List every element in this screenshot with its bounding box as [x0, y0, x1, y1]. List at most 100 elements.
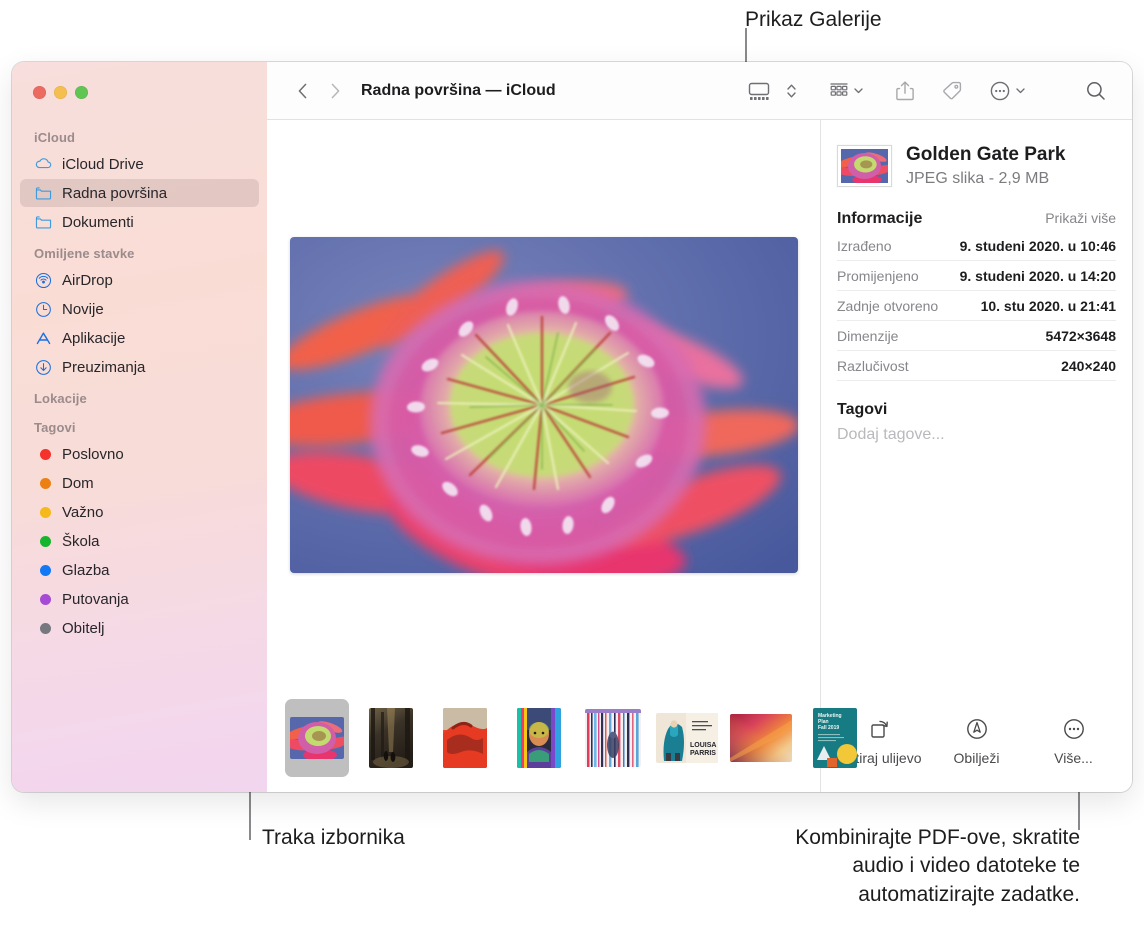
svg-text:Fall 2019: Fall 2019	[818, 725, 839, 731]
filmstrip-item-louisa-parris[interactable]: LOUISA PARRIS	[655, 699, 719, 777]
sidebar-header-locations: Lokacije	[34, 391, 87, 406]
forest-photo-thumb	[369, 708, 413, 768]
search-button[interactable]	[1078, 74, 1114, 108]
callout-gallery-view-leader	[745, 28, 747, 62]
striped-figure-thumb	[585, 709, 641, 767]
forward-button[interactable]	[319, 75, 351, 107]
file-kind-size: JPEG slika - 2,9 MB	[906, 169, 1050, 187]
rotate-left-icon	[870, 720, 888, 738]
more-circle-icon	[1063, 719, 1084, 739]
file-header-text: Golden Gate Park JPEG slika - 2,9 MB	[906, 144, 1065, 188]
sidebar-item-label: AirDrop	[62, 271, 113, 289]
chevron-down-icon	[854, 88, 863, 94]
thumbnail-image	[369, 708, 413, 768]
close-button[interactable]	[33, 86, 46, 99]
add-tags-field[interactable]: Dodaj tagove...	[837, 426, 1116, 444]
gallery-view-button[interactable]	[741, 74, 777, 108]
info-row: Promijenjeno 9. studeni 2020. u 14:20	[837, 261, 1116, 291]
sidebar-item-tag-vazno[interactable]: Važno	[20, 498, 259, 526]
zoom-button[interactable]	[75, 86, 88, 99]
sidebar-item-label: Dokumenti	[62, 213, 134, 231]
thumbnail-image	[585, 709, 641, 767]
coneflower-thumb	[841, 148, 888, 183]
sidebar-item-label: Važno	[62, 503, 104, 521]
marketing-plan-thumb: Marketing Plan Fall 2019	[813, 708, 857, 768]
info-row-key: Razlučivost	[837, 357, 909, 374]
back-button[interactable]	[287, 75, 319, 107]
filmstrip-item-forest-path[interactable]	[359, 699, 423, 777]
info-section-header: Informacije Prikaži više	[837, 210, 1116, 228]
sidebar-item-label: iCloud Drive	[62, 155, 144, 173]
sidebar-item-tag-poslovno[interactable]: Poslovno	[20, 440, 259, 468]
group-by-button[interactable]	[822, 74, 870, 108]
back-icon	[298, 83, 307, 98]
filmstrip-item-portrait-neon[interactable]	[507, 699, 571, 777]
view-stepper-button[interactable]	[779, 74, 804, 108]
minimize-button[interactable]	[54, 86, 67, 99]
window-title: Radna površina — iCloud	[361, 81, 556, 99]
tag-dot-icon	[34, 532, 53, 551]
info-row-key: Promijenjeno	[837, 267, 919, 284]
filmstrip-item-red-hands[interactable]	[433, 699, 497, 777]
downloads-icon	[34, 358, 53, 377]
forward-icon	[331, 83, 340, 98]
svg-text:PARRIS: PARRIS	[690, 750, 716, 757]
tag-icon	[943, 81, 962, 99]
sidebar-item-preuzimanja[interactable]: Preuzimanja	[20, 353, 259, 381]
toolbar: Radna površina — iCloud	[267, 62, 1132, 120]
tag-button[interactable]	[934, 74, 970, 108]
file-name: Golden Gate Park	[906, 144, 1066, 165]
sidebar-item-label: Obitelj	[62, 619, 105, 637]
thumbnail-image	[517, 708, 561, 768]
orange-gradient-thumb	[730, 714, 792, 762]
sidebar-group-tags: Tagovi Poslovno Dom Važno Škola Glazba P…	[12, 412, 267, 642]
chevron-up-down-icon	[787, 84, 796, 97]
sidebar-item-tag-putovanja[interactable]: Putovanja	[20, 585, 259, 613]
info-row: Dimenzije 5472×3648	[837, 321, 1116, 351]
chevron-down-icon	[1016, 88, 1025, 94]
thumbnail-image	[730, 714, 792, 762]
info-row-value: 9. studeni 2020. u 10:46	[959, 237, 1116, 254]
sidebar-item-radna-povrsina[interactable]: Radna površina	[20, 179, 259, 207]
sidebar-item-novije[interactable]: Novije	[20, 295, 259, 323]
show-more-link[interactable]: Prikaži više	[1045, 210, 1116, 226]
share-button[interactable]	[888, 74, 922, 108]
preview-image[interactable]	[289, 237, 798, 573]
callout-quick-actions: Kombinirajte PDF-ove, skratite audio i v…	[795, 826, 1080, 906]
sidebar-item-tag-skola[interactable]: Škola	[20, 527, 259, 555]
info-row: Izrađeno 9. studeni 2020. u 10:46	[837, 231, 1116, 261]
sidebar-header-icloud: iCloud	[34, 130, 76, 145]
filmstrip-item-golden-gate-park[interactable]	[285, 699, 349, 777]
folder-icon	[34, 184, 53, 203]
sidebar-item-label: Škola	[62, 532, 100, 550]
quick-action-more[interactable]: Više...	[1026, 716, 1122, 766]
sidebar-item-dokumenti[interactable]: Dokumenti	[20, 208, 259, 236]
sidebar-item-airdrop[interactable]: AirDrop	[20, 266, 259, 294]
info-row-value: 5472×3648	[1045, 327, 1116, 344]
sidebar: iCloud iCloud Drive Radna površina Dokum…	[12, 62, 267, 792]
tag-dot-icon	[34, 561, 53, 580]
sidebar-item-aplikacije[interactable]: Aplikacije	[20, 324, 259, 352]
neon-portrait-thumb	[517, 708, 561, 768]
sidebar-item-tag-dom[interactable]: Dom	[20, 469, 259, 497]
sidebar-item-icloud-drive[interactable]: iCloud Drive	[20, 150, 259, 178]
info-row-value: 240×240	[1061, 357, 1116, 374]
sidebar-item-label: Preuzimanja	[62, 358, 146, 376]
filmstrip-item-orange-gradient[interactable]	[729, 699, 793, 777]
info-row-key: Dimenzije	[837, 327, 899, 344]
sidebar-item-tag-obitelj[interactable]: Obitelj	[20, 614, 259, 642]
info-row: Razlučivost 240×240	[837, 351, 1116, 381]
tag-dot-icon	[34, 619, 53, 638]
filmstrip[interactable]: LOUISA PARRIS Marketing Plan Fall 2019	[267, 690, 857, 792]
quick-action-markup[interactable]: Obilježi	[929, 716, 1025, 766]
sidebar-item-label: Putovanja	[62, 590, 129, 608]
filmstrip-item-striped-figure[interactable]	[581, 699, 645, 777]
window-body: LOUISA PARRIS Marketing Plan Fall 2019 G…	[267, 120, 1132, 792]
file-header: Golden Gate Park JPEG slika - 2,9 MB	[837, 144, 1116, 188]
svg-text:LOUISA: LOUISA	[690, 742, 716, 749]
more-actions-button[interactable]	[982, 74, 1032, 108]
thumbnail-image: LOUISA PARRIS	[656, 713, 718, 763]
quick-actions-bar: Rotiraj ulijevo Obilježi Više...	[821, 700, 1132, 792]
sidebar-item-tag-glazba[interactable]: Glazba	[20, 556, 259, 584]
search-icon	[1087, 81, 1105, 100]
